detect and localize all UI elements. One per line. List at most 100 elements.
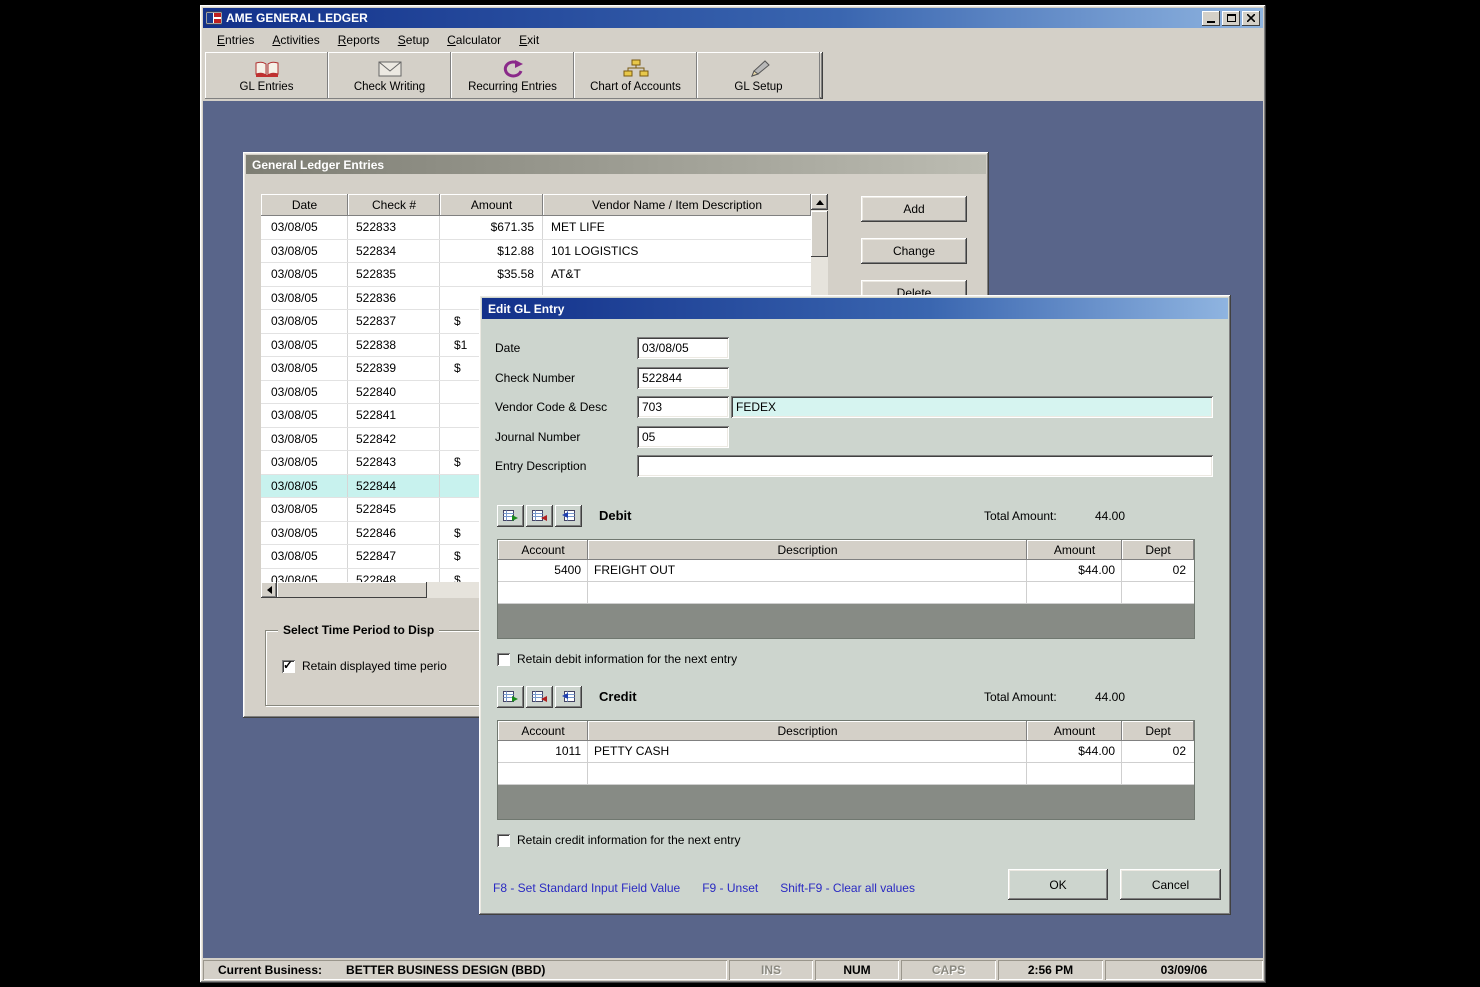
credit-cell-account: 1011 bbox=[498, 741, 588, 762]
credit-col-amount[interactable]: Amount bbox=[1027, 721, 1122, 741]
entry-description-label: Entry Description bbox=[495, 455, 586, 477]
credit-col-account[interactable]: Account bbox=[498, 721, 588, 741]
toolbar-chart-of-accounts-button[interactable]: Chart of Accounts bbox=[574, 52, 697, 99]
scroll-left-button[interactable] bbox=[261, 582, 277, 598]
date-input[interactable] bbox=[637, 337, 729, 359]
gl-cell-date: 03/08/05 bbox=[261, 357, 348, 380]
menu-entries[interactable]: Entries bbox=[208, 30, 263, 50]
toolbar-gl-entries-button[interactable]: GL Entries bbox=[205, 52, 328, 99]
close-button[interactable] bbox=[1242, 11, 1260, 26]
gl-cell-date: 03/08/05 bbox=[261, 287, 348, 310]
maximize-button[interactable] bbox=[1222, 11, 1240, 26]
retain-debit-checkbox[interactable] bbox=[497, 653, 510, 666]
app-title: AME GENERAL LEDGER bbox=[226, 11, 368, 25]
debit-cell-description: FREIGHT OUT bbox=[588, 560, 1027, 581]
credit-add-row-button[interactable] bbox=[497, 686, 524, 708]
gl-cell-date: 03/08/05 bbox=[261, 522, 348, 545]
scroll-up-button[interactable] bbox=[811, 194, 828, 210]
gl-entry-row[interactable]: 03/08/05522833$671.35MET LIFE bbox=[261, 216, 811, 240]
credit-copy-row-button[interactable] bbox=[555, 686, 582, 708]
gl-cell-vendor: 101 LOGISTICS bbox=[543, 240, 811, 263]
menu-exit[interactable]: Exit bbox=[510, 30, 548, 50]
debit-row[interactable]: 5400 FREIGHT OUT $44.00 02 bbox=[498, 560, 1194, 582]
menu-calculator[interactable]: Calculator bbox=[438, 30, 510, 50]
debit-col-description[interactable]: Description bbox=[588, 540, 1027, 560]
vendor-code-input[interactable] bbox=[637, 396, 729, 418]
credit-cell-account bbox=[498, 763, 588, 784]
debit-col-amount[interactable]: Amount bbox=[1027, 540, 1122, 560]
toolbar-label: GL Entries bbox=[240, 81, 294, 93]
credit-total-label: Total Amount: bbox=[984, 690, 1057, 704]
hint-f9: F9 - Unset bbox=[702, 881, 758, 895]
date-label: Date bbox=[495, 337, 520, 359]
retain-credit-checkbox[interactable] bbox=[497, 834, 510, 847]
gl-entry-row[interactable]: 03/08/05522834$12.88101 LOGISTICS bbox=[261, 240, 811, 264]
app-window: AME GENERAL LEDGER Entries Activities Re… bbox=[200, 5, 1266, 983]
add-button[interactable]: Add bbox=[861, 196, 967, 222]
gl-entry-row[interactable]: 03/08/05522835$35.58AT&T bbox=[261, 263, 811, 287]
gl-cell-check: 522848 bbox=[348, 569, 440, 583]
minimize-icon bbox=[1207, 21, 1215, 23]
column-header-date[interactable]: Date bbox=[261, 194, 348, 216]
app-titlebar[interactable]: AME GENERAL LEDGER bbox=[203, 8, 1263, 28]
debit-empty-row[interactable] bbox=[498, 582, 1194, 604]
cancel-button[interactable]: Cancel bbox=[1120, 869, 1221, 900]
toolbar-recurring-entries-button[interactable]: Recurring Entries bbox=[451, 52, 574, 99]
status-time: 2:56 PM bbox=[998, 960, 1103, 980]
debit-total-label: Total Amount: bbox=[984, 509, 1057, 523]
debit-copy-row-button[interactable] bbox=[555, 505, 582, 527]
edit-dialog-titlebar[interactable]: Edit GL Entry bbox=[482, 298, 1228, 319]
toolbar-gl-setup-button[interactable]: GL Setup bbox=[697, 52, 820, 99]
entry-description-input[interactable] bbox=[637, 455, 1213, 477]
status-ins-indicator: INS bbox=[729, 960, 813, 980]
journal-number-input[interactable] bbox=[637, 426, 729, 448]
check-number-input[interactable] bbox=[637, 367, 729, 389]
column-header-amount[interactable]: Amount bbox=[440, 194, 543, 216]
gl-cell-date: 03/08/05 bbox=[261, 569, 348, 583]
column-header-check[interactable]: Check # bbox=[348, 194, 440, 216]
org-chart-icon bbox=[623, 59, 649, 79]
check-number-label: Check Number bbox=[495, 367, 575, 389]
debit-col-dept[interactable]: Dept bbox=[1122, 540, 1194, 560]
credit-cell-description: PETTY CASH bbox=[588, 741, 1027, 762]
debit-col-account[interactable]: Account bbox=[498, 540, 588, 560]
debit-add-row-button[interactable] bbox=[497, 505, 524, 527]
credit-col-dept[interactable]: Dept bbox=[1122, 721, 1194, 741]
credit-delete-row-button[interactable] bbox=[526, 686, 553, 708]
credit-col-description[interactable]: Description bbox=[588, 721, 1027, 741]
vendor-description-input[interactable] bbox=[731, 396, 1213, 418]
menu-activities[interactable]: Activities bbox=[263, 30, 328, 50]
credit-total-value: 44.00 bbox=[1095, 690, 1125, 704]
workspace: General Ledger Entries Date Check # Amou… bbox=[203, 101, 1263, 958]
retain-time-period-checkbox[interactable] bbox=[282, 660, 295, 673]
horizontal-scroll-thumb[interactable] bbox=[277, 582, 427, 598]
gl-cell-amount: $671.35 bbox=[440, 216, 543, 239]
credit-row[interactable]: 1011 PETTY CASH $44.00 02 bbox=[498, 741, 1194, 763]
debit-cell-amount bbox=[1027, 582, 1122, 603]
credit-empty-row[interactable] bbox=[498, 763, 1194, 785]
retain-time-period-label: Retain displayed time perio bbox=[302, 659, 447, 673]
gl-cell-amount: $12.88 bbox=[440, 240, 543, 263]
debit-table: Account Description Amount Dept 5400 FRE… bbox=[497, 539, 1195, 639]
gl-cell-check: 522834 bbox=[348, 240, 440, 263]
gl-entries-titlebar[interactable]: General Ledger Entries bbox=[246, 155, 986, 174]
ok-button[interactable]: OK bbox=[1008, 869, 1108, 900]
gl-cell-check: 522840 bbox=[348, 381, 440, 404]
credit-section-label: Credit bbox=[599, 689, 637, 704]
menubar: Entries Activities Reports Setup Calcula… bbox=[203, 28, 1263, 51]
menu-reports[interactable]: Reports bbox=[329, 30, 389, 50]
toolbar-check-writing-button[interactable]: Check Writing bbox=[328, 52, 451, 99]
minimize-button[interactable] bbox=[1202, 11, 1220, 26]
change-button[interactable]: Change bbox=[861, 238, 967, 264]
debit-delete-row-button[interactable] bbox=[526, 505, 553, 527]
ledger-book-icon bbox=[254, 59, 280, 79]
vertical-scroll-thumb[interactable] bbox=[811, 211, 828, 257]
menu-setup[interactable]: Setup bbox=[389, 30, 438, 50]
hint-f8: F8 - Set Standard Input Field Value bbox=[493, 881, 680, 895]
gl-cell-date: 03/08/05 bbox=[261, 498, 348, 521]
column-header-vendor[interactable]: Vendor Name / Item Description bbox=[543, 194, 811, 216]
gl-cell-check: 522844 bbox=[348, 475, 440, 498]
debit-cell-dept bbox=[1122, 582, 1194, 603]
gl-cell-check: 522843 bbox=[348, 451, 440, 474]
credit-table-filler bbox=[498, 785, 1194, 819]
